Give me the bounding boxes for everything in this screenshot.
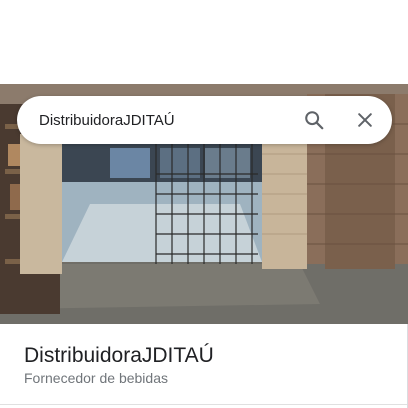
search-input[interactable] (39, 111, 289, 129)
search-icon[interactable] (302, 108, 326, 132)
place-category[interactable]: Fornecedor de bebidas (24, 370, 168, 386)
divider (0, 404, 408, 405)
close-icon[interactable] (353, 108, 377, 132)
search-bar[interactable] (17, 96, 392, 144)
place-name: DistribuidoraJDITAÚ (24, 344, 214, 367)
place-info-panel: DistribuidoraJDITAÚ Fornecedor de bebida… (0, 324, 408, 408)
